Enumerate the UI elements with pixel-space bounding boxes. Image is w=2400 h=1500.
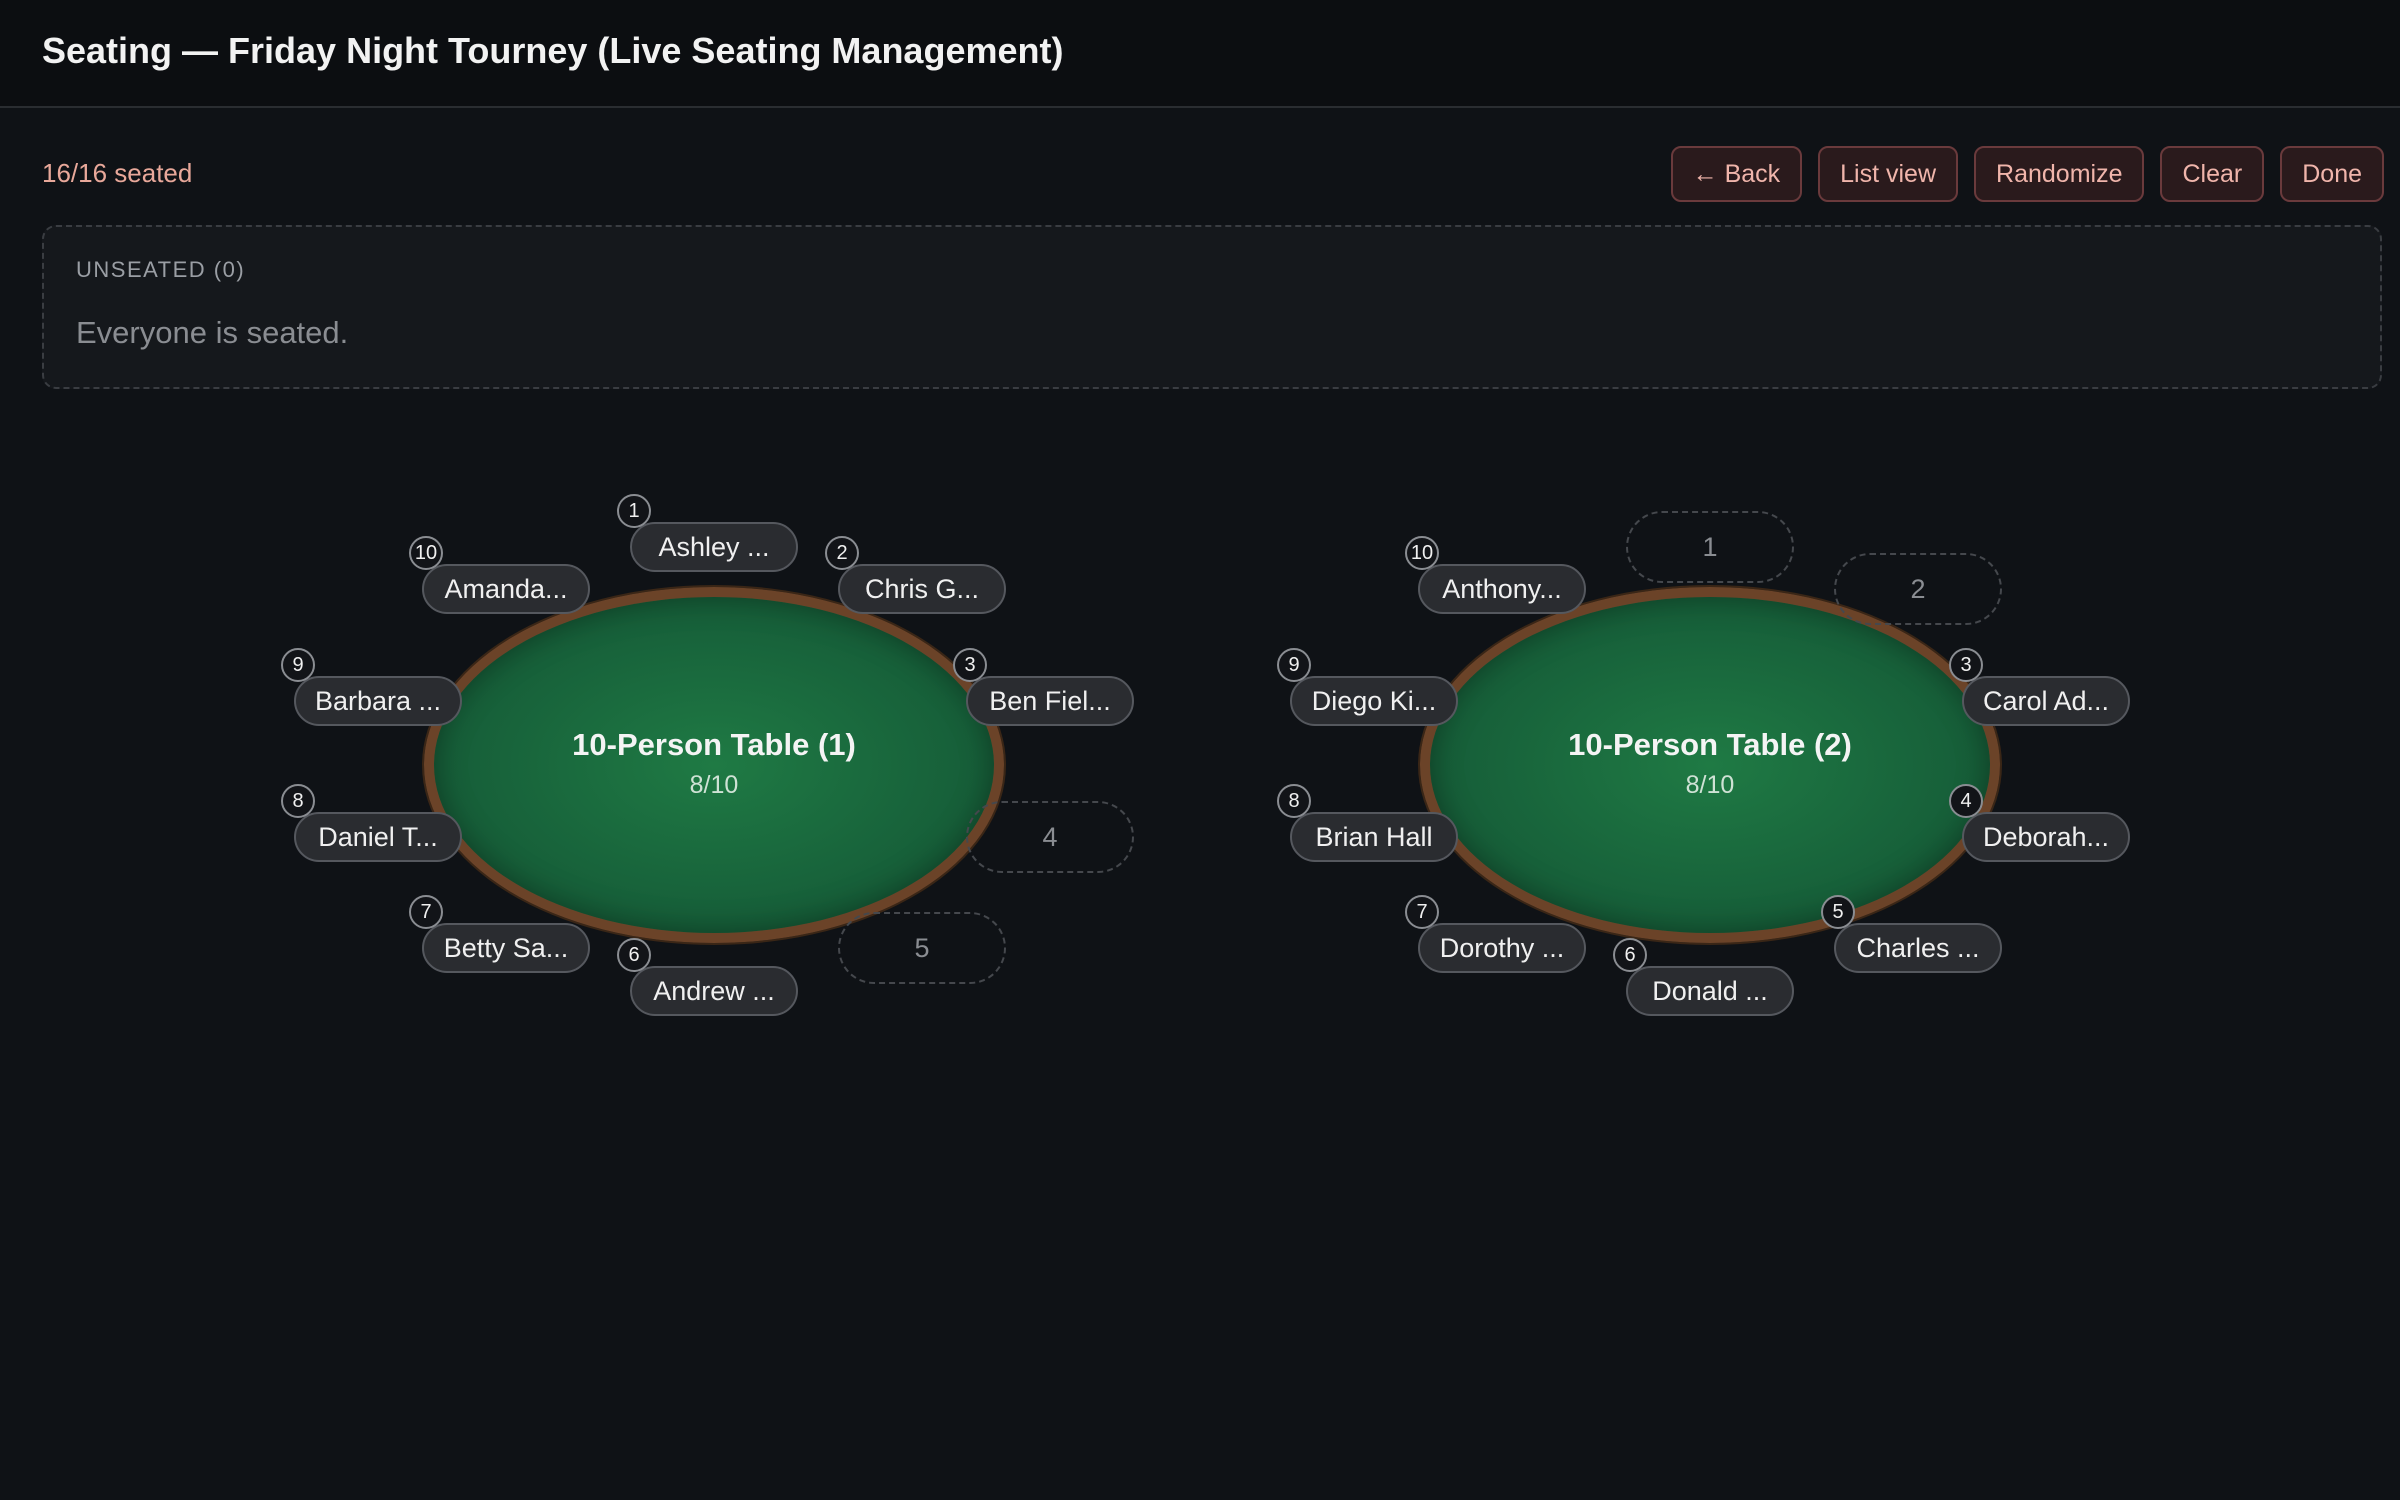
seat-number-badge: 7: [1405, 895, 1439, 929]
seat-number-badge: 10: [409, 536, 443, 570]
unseated-dropzone[interactable]: UNSEATED (0) Everyone is seated.: [42, 225, 2382, 389]
seat-number-badge: 5: [1821, 895, 1855, 929]
seat-chip[interactable]: Betty Sa...: [422, 923, 590, 973]
page-title: Seating — Friday Night Tourney (Live Sea…: [42, 30, 1064, 71]
clear-button[interactable]: Clear: [2160, 146, 2265, 202]
seat-number-badge: 3: [953, 648, 987, 682]
seat-chip[interactable]: Ben Fiel...: [966, 676, 1134, 726]
seat-number-badge: 2: [825, 536, 859, 570]
empty-seat[interactable]: 1: [1626, 511, 1794, 583]
seated-count: 16/16 seated: [42, 158, 193, 188]
seat-number-badge: 8: [1277, 784, 1311, 818]
seat-number-badge: 7: [409, 895, 443, 929]
unseated-empty-message: Everyone is seated.: [76, 315, 349, 350]
empty-seat[interactable]: 2: [1834, 553, 2002, 625]
table-capacity: 8/10: [689, 771, 739, 799]
seat-number-badge: 3: [1949, 648, 1983, 682]
randomize-button[interactable]: Randomize: [1974, 146, 2145, 202]
seat-chip[interactable]: Anthony...: [1418, 564, 1586, 614]
seat-chip[interactable]: Diego Ki...: [1290, 676, 1458, 726]
table-name: 10-Person Table (2): [1568, 727, 1852, 762]
seat-number-badge: 10: [1405, 536, 1439, 570]
toolbar-actions: ← Back List view Randomize Clear Done: [1670, 146, 2384, 202]
done-button[interactable]: Done: [2280, 146, 2384, 202]
seat-chip[interactable]: Chris G...: [838, 564, 1006, 614]
unseated-heading: UNSEATED (0): [76, 257, 246, 282]
seat-chip[interactable]: Brian Hall: [1290, 812, 1458, 862]
seat-number-badge: 9: [281, 648, 315, 682]
seat-chip[interactable]: Dorothy ...: [1418, 923, 1586, 973]
back-button[interactable]: ← Back: [1670, 146, 1803, 202]
seat-chip[interactable]: Deborah...: [1962, 812, 2130, 862]
seat-number-badge: 4: [1949, 784, 1983, 818]
table-felt[interactable]: 10-Person Table (2) 8/10: [1420, 587, 2000, 943]
seat-number-badge: 9: [1277, 648, 1311, 682]
table-felt[interactable]: 10-Person Table (1) 8/10: [424, 587, 1004, 943]
seat-chip[interactable]: Amanda...: [422, 564, 590, 614]
table-name: 10-Person Table (1): [572, 727, 856, 762]
seat-number-badge: 8: [281, 784, 315, 818]
empty-seat[interactable]: 5: [838, 912, 1006, 984]
seat-chip[interactable]: Daniel T...: [294, 812, 462, 862]
seat-chip[interactable]: Donald ...: [1626, 966, 1794, 1016]
table-capacity: 8/10: [1685, 771, 1735, 799]
seat-chip[interactable]: Andrew ...: [630, 966, 798, 1016]
seat-chip[interactable]: Barbara ...: [294, 676, 462, 726]
seat-number-badge: 6: [1613, 938, 1647, 972]
top-bar: Seating — Friday Night Tourney (Live Sea…: [0, 0, 2400, 108]
seat-chip[interactable]: Charles ...: [1834, 923, 2002, 973]
empty-seat[interactable]: 4: [966, 801, 1134, 873]
seat-chip[interactable]: Ashley ...: [630, 522, 798, 572]
list-view-button[interactable]: List view: [1818, 146, 1959, 202]
seat-number-badge: 1: [617, 494, 651, 528]
seat-number-badge: 6: [617, 938, 651, 972]
seat-chip[interactable]: Carol Ad...: [1962, 676, 2130, 726]
